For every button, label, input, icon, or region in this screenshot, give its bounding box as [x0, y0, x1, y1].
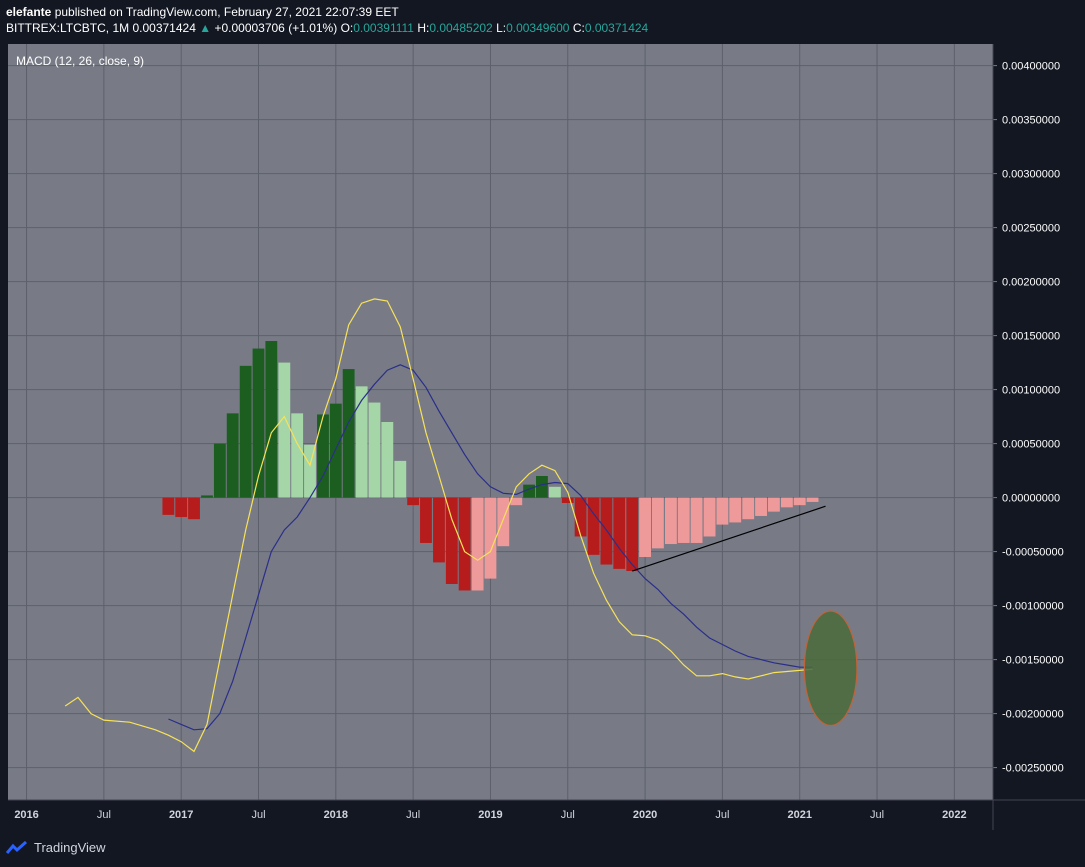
histogram-bar	[729, 497, 742, 523]
price-tick-label: -0.00250000	[1002, 763, 1064, 775]
histogram-bar	[651, 497, 664, 549]
time-tick-label: Jul	[561, 809, 575, 821]
histogram-bar	[742, 497, 755, 520]
price-tick-label: -0.00050000	[1002, 547, 1064, 559]
histogram-bar	[342, 369, 355, 498]
time-tick-label: 2017	[169, 809, 193, 821]
price-tick-label: 0.00250000	[1002, 223, 1060, 235]
time-tick-label: 2021	[787, 809, 811, 821]
histogram-bar	[587, 497, 600, 555]
tradingview-logo-icon	[6, 840, 27, 854]
histogram-bar	[407, 497, 420, 506]
time-tick-label: 2020	[633, 809, 657, 821]
histogram-bar	[677, 497, 690, 543]
histogram-bar	[600, 497, 613, 565]
histogram-bar	[613, 497, 626, 569]
histogram-bar	[355, 386, 368, 498]
histogram-bar	[716, 497, 729, 525]
histogram-bar	[420, 497, 432, 543]
price-tick-label: 0.00050000	[1002, 439, 1060, 451]
histogram-bar	[767, 497, 780, 512]
time-tick-label: Jul	[715, 809, 729, 821]
price-tick-label: -0.00200000	[1002, 709, 1064, 721]
histogram-bar	[381, 422, 394, 498]
time-tick-label: 2019	[478, 809, 502, 821]
histogram-bar	[484, 497, 497, 579]
histogram-bar	[265, 341, 278, 498]
indicator-title[interactable]: MACD (12, 26, close, 9)	[16, 54, 144, 68]
histogram-bar	[639, 497, 651, 557]
histogram-bar	[329, 403, 342, 498]
price-axis-background	[993, 44, 1085, 800]
time-tick-label: Jul	[406, 809, 420, 821]
time-tick-label: Jul	[251, 809, 265, 821]
histogram-bar	[201, 495, 213, 498]
histogram-bar	[394, 460, 407, 498]
histogram-bar	[664, 497, 677, 545]
histogram-bar	[213, 443, 226, 498]
price-tick-label: 0.00150000	[1002, 331, 1060, 343]
time-tick-label: 2022	[942, 809, 966, 821]
histogram-bar	[471, 497, 484, 591]
histogram-bar	[291, 413, 304, 498]
time-tick-label: Jul	[97, 809, 111, 821]
histogram-bar	[549, 486, 561, 498]
histogram-bar	[458, 497, 471, 591]
histogram-bar	[561, 497, 574, 503]
histogram-bar	[780, 497, 793, 508]
histogram-bar	[536, 476, 548, 498]
histogram-bar	[793, 497, 806, 506]
price-tick-label: -0.00150000	[1002, 655, 1064, 667]
price-tick-label: 0.00400000	[1002, 61, 1060, 73]
histogram-bar	[806, 497, 819, 502]
histogram-bar	[690, 497, 703, 543]
histogram-bar	[175, 497, 188, 518]
time-tick-label: Jul	[870, 809, 884, 821]
histogram-bar	[433, 497, 445, 563]
histogram-bar	[188, 497, 200, 520]
histogram-bar	[368, 402, 381, 498]
price-tick-label: 0.00100000	[1002, 385, 1060, 397]
price-tick-label: 0.00200000	[1002, 277, 1060, 289]
histogram-bar	[226, 413, 239, 498]
histogram-bar	[445, 497, 458, 584]
brand-name[interactable]: TradingView	[34, 840, 106, 855]
histogram-bar	[574, 497, 587, 537]
footer: TradingView	[6, 840, 106, 855]
time-tick-label: 2018	[324, 809, 348, 821]
ellipse-drawing[interactable]	[803, 610, 858, 727]
histogram-bar	[278, 362, 291, 498]
time-tick-label: 2016	[14, 809, 38, 821]
histogram-bar	[317, 414, 329, 498]
macd-chart[interactable]: 0.00400000 0.00350000 0.00300000 0.00250000…	[0, 0, 1085, 867]
price-tick-label: 0.00300000	[1002, 169, 1060, 181]
price-tick-label: 0.00000000	[1002, 493, 1060, 505]
price-tick-label: 0.00350000	[1002, 115, 1060, 127]
histogram-bar	[497, 497, 510, 547]
histogram-bar	[239, 365, 252, 498]
histogram-bar	[755, 497, 767, 516]
price-tick-label: -0.00100000	[1002, 601, 1064, 613]
histogram-bar	[703, 497, 716, 537]
histogram-bar	[162, 497, 175, 515]
